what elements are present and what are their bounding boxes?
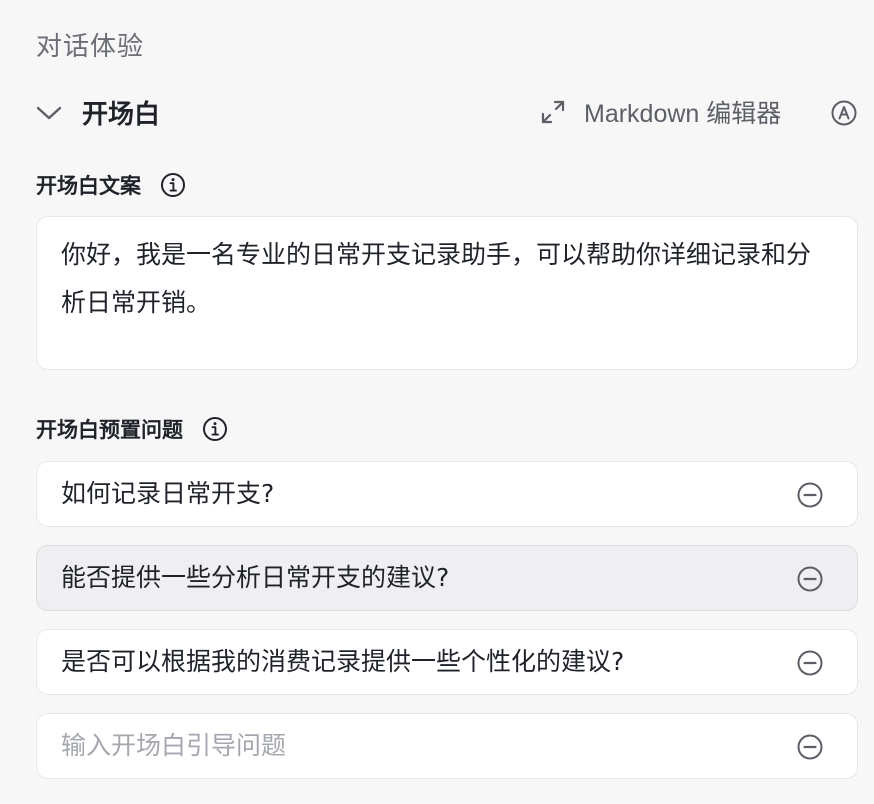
opening-text-input[interactable]: 你好，我是一名专业的日常开支记录助手，可以帮助你详细记录和分析日常开销。 xyxy=(36,216,858,370)
preset-question-text[interactable]: 能否提供一些分析日常开支的建议? xyxy=(61,546,449,610)
preset-question-row[interactable]: 如何记录日常开支? xyxy=(36,461,858,527)
new-question-input[interactable]: 输入开场白引导问题 xyxy=(36,713,858,779)
markdown-editor-button[interactable]: Markdown 编辑器 xyxy=(538,94,781,130)
remove-circle-icon[interactable] xyxy=(795,480,825,510)
preset-questions-label: 开场白预置问题 xyxy=(36,418,183,442)
info-icon[interactable] xyxy=(159,171,187,199)
remove-circle-icon[interactable] xyxy=(795,564,825,594)
remove-circle-icon[interactable] xyxy=(795,648,825,678)
preset-question-text[interactable]: 如何记录日常开支? xyxy=(61,462,274,526)
markdown-editor-label: Markdown 编辑器 xyxy=(584,100,782,128)
info-icon[interactable] xyxy=(201,415,229,443)
circle-a-icon[interactable] xyxy=(829,98,859,128)
preset-question-row[interactable]: 能否提供一些分析日常开支的建议? xyxy=(36,545,858,611)
opening-title: 开场白 xyxy=(82,100,161,130)
opening-text-label: 开场白文案 xyxy=(36,174,141,198)
preset-question-row[interactable]: 是否可以根据我的消费记录提供一些个性化的建议? xyxy=(36,629,858,695)
preset-question-text[interactable]: 是否可以根据我的消费记录提供一些个性化的建议? xyxy=(61,630,624,694)
chevron-down-icon[interactable] xyxy=(34,98,64,128)
remove-circle-icon[interactable] xyxy=(795,732,825,762)
new-question-placeholder[interactable]: 输入开场白引导问题 xyxy=(61,714,286,778)
section-title: 对话体验 xyxy=(36,32,145,62)
opening-text-label-row: 开场白文案 xyxy=(36,170,187,200)
expand-arrows-icon xyxy=(538,97,568,127)
preset-questions-label-row: 开场白预置问题 xyxy=(36,414,229,444)
opening-header: 开场白 Markdown 编辑器 xyxy=(0,88,874,138)
